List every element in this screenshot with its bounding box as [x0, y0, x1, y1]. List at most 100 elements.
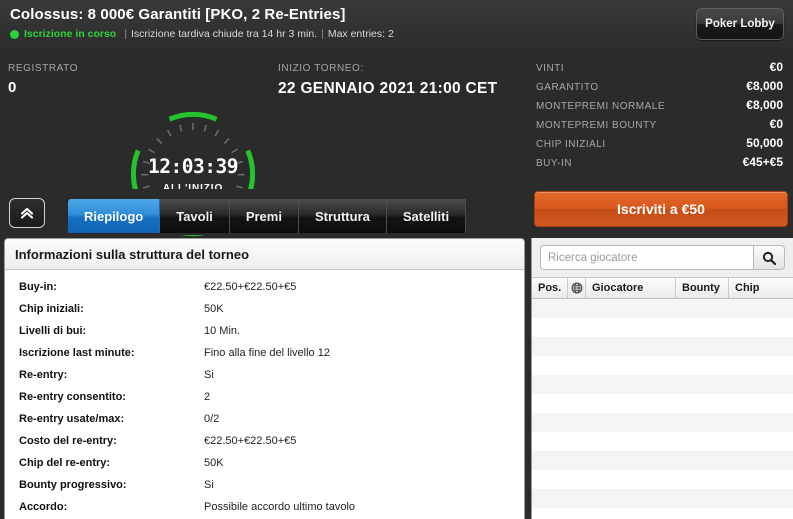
info-value: 50K: [204, 303, 224, 315]
player-search-bar: [532, 238, 793, 278]
tab-tavoli[interactable]: Tavoli: [160, 199, 230, 233]
prize-stats-panel: VINTI €0 GARANTITO €8,000 MONTEPREMI NOR…: [528, 50, 793, 182]
tab-riepilogo[interactable]: Riepilogo: [68, 199, 161, 233]
column-header-player[interactable]: Giocatore: [586, 278, 676, 298]
start-time-value: 22 GENNAIO 2021 21:00 CET: [278, 80, 498, 97]
player-search-button[interactable]: [753, 245, 785, 270]
tab-label: Satelliti: [402, 208, 450, 224]
info-key: Iscrizione last minute:: [19, 347, 135, 359]
info-value: €22.50+€22.50+€5: [204, 435, 297, 447]
info-key: Re-entry consentito:: [19, 391, 126, 403]
table-row[interactable]: [532, 432, 793, 451]
info-row: Buy-in: €22.50+€22.50+€5: [5, 276, 524, 298]
start-time-block: INIZIO TORNEO: 22 GENNAIO 2021 21:00 CET: [278, 63, 497, 98]
tab-premi[interactable]: Premi: [229, 199, 299, 233]
tab-label: Premi: [245, 208, 282, 224]
players-panel: Pos. Giocatore Bounty Chip: [531, 238, 793, 519]
tab-label: Struttura: [314, 208, 370, 224]
registered-count: 0: [8, 79, 17, 96]
info-key: Accordo:: [19, 501, 68, 513]
stat-label: MONTEPREMI NORMALE: [536, 101, 666, 112]
countdown-time: 12:03:39: [148, 154, 238, 178]
stat-label: GARANTITO: [536, 82, 599, 93]
table-row[interactable]: [532, 508, 793, 519]
tab-label: Riepilogo: [84, 208, 144, 224]
table-row[interactable]: [532, 299, 793, 318]
window-header: Colossus: 8 000€ Garantiti [PKO, 2 Re-En…: [0, 0, 793, 50]
status-registration-open: Iscrizione in corso: [24, 28, 117, 40]
table-row[interactable]: [532, 375, 793, 394]
page-title: Colossus: 8 000€ Garantiti [PKO, 2 Re-En…: [10, 6, 346, 23]
stat-label: CHIP INIZIALI: [536, 139, 606, 150]
player-search-input[interactable]: [540, 245, 753, 270]
info-key: Chip del re-entry:: [19, 457, 111, 469]
table-row[interactable]: [532, 394, 793, 413]
poker-lobby-button[interactable]: Poker Lobby: [696, 8, 784, 40]
status-line: Iscrizione in corso | Iscrizione tardiva…: [10, 27, 783, 41]
table-row[interactable]: [532, 489, 793, 508]
info-value: 50K: [204, 457, 224, 469]
column-header-chip[interactable]: Chip: [729, 278, 793, 298]
info-value: 2: [204, 391, 211, 403]
info-key: Re-entry:: [19, 369, 68, 381]
search-icon: [762, 251, 776, 265]
status-dot-icon: [10, 29, 19, 39]
info-row: Chip del re-entry: 50K: [5, 452, 524, 474]
info-key: Buy-in:: [19, 281, 57, 293]
info-value: Possibile accordo ultimo tavolo: [204, 501, 356, 513]
column-header-country[interactable]: [568, 278, 586, 298]
status-late-registration: Iscrizione tardiva chiude tra 14 hr 3 mi…: [130, 28, 318, 40]
registered-block: REGISTRATO 0: [8, 63, 78, 96]
stat-row: GARANTITO €8,000: [536, 79, 783, 98]
table-row[interactable]: [532, 413, 793, 432]
stat-value: €8,000: [746, 98, 783, 112]
structure-panel-heading: Informazioni sulla struttura del torneo: [5, 239, 524, 270]
register-button-label: Iscriviti a €50: [617, 201, 705, 217]
column-header-bounty[interactable]: Bounty: [676, 278, 729, 298]
info-key: Livelli di bui:: [19, 325, 87, 337]
chevron-double-up-icon: [20, 207, 34, 219]
table-row[interactable]: [532, 318, 793, 337]
stat-row: CHIP INIZIALI 50,000: [536, 136, 783, 155]
info-key: Bounty progressivo:: [19, 479, 127, 491]
info-row: Re-entry: Si: [5, 364, 524, 386]
status-separator-2: |: [321, 28, 324, 40]
tournament-lobby-window: Colossus: 8 000€ Garantiti [PKO, 2 Re-En…: [0, 0, 793, 519]
tab-label: Tavoli: [176, 208, 213, 224]
tab-struttura[interactable]: Struttura: [298, 199, 387, 233]
info-row: Re-entry usate/max: 0/2: [5, 408, 524, 430]
stat-value: €45+€5: [742, 155, 783, 169]
tournament-summary-strip: REGISTRATO 0 INIZIO TORNEO: 22 GENNAIO 2…: [0, 50, 528, 237]
info-key: Re-entry usate/max:: [19, 413, 125, 425]
status-max-entries: Max entries: 2: [327, 28, 394, 40]
info-row: Livelli di bui: 10 Min.: [5, 320, 524, 342]
stat-row: MONTEPREMI BOUNTY €0: [536, 117, 783, 136]
info-row: Iscrizione last minute: Fino alla fine d…: [5, 342, 524, 364]
stat-label: VINTI: [536, 63, 565, 74]
stat-label: MONTEPREMI BOUNTY: [536, 120, 657, 131]
stat-row: BUY-IN €45+€5: [536, 155, 783, 174]
info-value: €22.50+€22.50+€5: [204, 281, 297, 293]
stat-value: €8,000: [746, 79, 783, 93]
info-value: 0/2: [204, 413, 220, 425]
table-row[interactable]: [532, 337, 793, 356]
collapse-panel-button[interactable]: [9, 198, 45, 228]
tab-satelliti[interactable]: Satelliti: [386, 199, 467, 233]
stat-row: MONTEPREMI NORMALE €8,000: [536, 98, 783, 117]
stat-value: €0: [769, 60, 783, 74]
poker-lobby-button-label: Poker Lobby: [705, 18, 775, 30]
info-row: Accordo: Possibile accordo ultimo tavolo: [5, 496, 524, 518]
table-row[interactable]: [532, 451, 793, 470]
info-value: Fino alla fine del livello 12: [204, 347, 330, 359]
info-row: Bounty progressivo: Si: [5, 474, 524, 496]
table-row[interactable]: [532, 470, 793, 489]
globe-icon: [571, 282, 582, 294]
table-row[interactable]: [532, 356, 793, 375]
column-header-position[interactable]: Pos.: [532, 278, 568, 298]
tournament-structure-panel: Informazioni sulla struttura del torneo …: [4, 238, 525, 519]
info-row: Costo del re-entry: €22.50+€22.50+€5: [5, 430, 524, 452]
register-button[interactable]: Iscriviti a €50: [534, 191, 788, 227]
players-table-header: Pos. Giocatore Bounty Chip: [532, 278, 793, 299]
stat-value: 50,000: [746, 136, 783, 150]
registered-label: REGISTRATO: [8, 63, 79, 74]
